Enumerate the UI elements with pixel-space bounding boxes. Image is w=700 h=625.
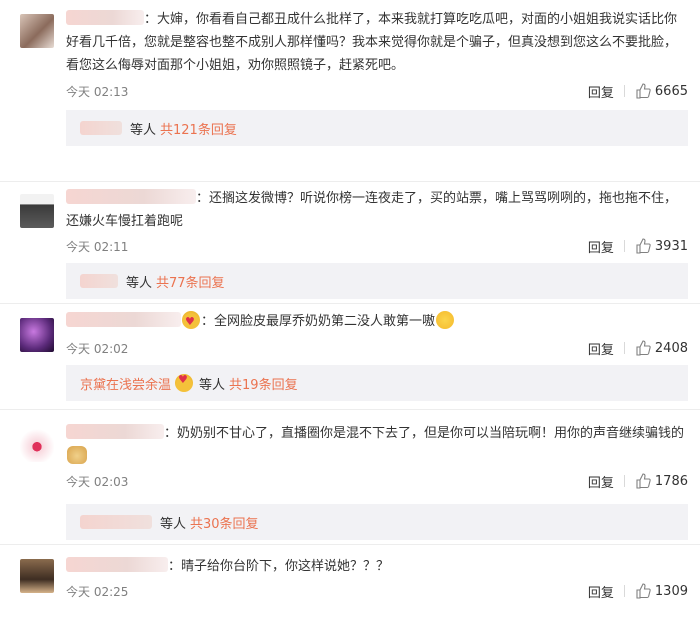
comment-meta: 今天 02:13 回复 6665 xyxy=(66,80,688,102)
heart-eyes-emoji-icon xyxy=(175,373,194,392)
comment-meta: 今天 02:11 回复 3931 xyxy=(66,235,688,257)
avatar[interactable] xyxy=(20,428,54,462)
thumbs-up-icon xyxy=(636,340,651,356)
sub-reply-link[interactable]: 共19条回复 xyxy=(229,374,298,393)
comment-item: ：晴子给你台阶下，你这样说她？？？ 今天 02:25 回复 1309 xyxy=(0,545,700,625)
sub-reply-link[interactable]: 共30条回复 xyxy=(190,513,259,532)
sub-reply-link[interactable]: 共77条回复 xyxy=(156,272,225,291)
avatar[interactable] xyxy=(20,559,54,593)
avatar[interactable] xyxy=(20,14,54,48)
username[interactable] xyxy=(66,10,144,25)
comment-item: ：全网脸皮最厚乔奶奶第二没人敢第一嗷 今天 02:02 回复 2408 京黛在浅… xyxy=(0,304,700,410)
sub-reply-suffix: 等人 xyxy=(160,516,187,532)
sub-reply-suffix: 等人 xyxy=(130,122,157,138)
comment-meta: 今天 02:25 回复 1309 xyxy=(66,580,688,602)
comment-text: ：大婶，你看看自己都丑成什么批样了，本来我就打算吃吃瓜吧，对面的小姐姐我说实话比… xyxy=(66,10,678,73)
sub-reply-summary[interactable]: 京黛在浅尝余温 等人 共19条回复 xyxy=(66,365,688,401)
username[interactable] xyxy=(66,312,181,327)
divider xyxy=(623,585,625,597)
sub-reply-suffix: 等人 xyxy=(199,377,226,393)
username[interactable] xyxy=(66,189,196,204)
reply-button[interactable]: 回复 xyxy=(588,472,614,491)
sub-reply-suffix: 等人 xyxy=(126,275,153,291)
thumbs-up-icon xyxy=(636,473,651,489)
like-button[interactable]: 3931 xyxy=(635,238,688,254)
avatar[interactable] xyxy=(20,318,54,352)
sub-reply-summary[interactable]: 等人 共30条回复 xyxy=(66,504,688,540)
sub-reply-username[interactable]: 京黛在浅尝余温 xyxy=(80,374,171,393)
thumbs-up-icon xyxy=(636,83,651,99)
like-button[interactable]: 6665 xyxy=(635,83,688,99)
divider xyxy=(623,475,625,487)
comment-item: ：大婶，你看看自己都丑成什么批样了，本来我就打算吃吃瓜吧，对面的小姐姐我说实话比… xyxy=(0,0,700,182)
comment-text: ：奶奶别不甘心了，直播圈你是混不下去了，但是你可以当陪玩啊！用你的声音继续骗钱的 xyxy=(66,422,688,468)
sub-reply-username[interactable] xyxy=(80,121,122,135)
thumbs-up-icon xyxy=(636,238,651,254)
like-button[interactable]: 1309 xyxy=(635,583,688,599)
comment-text: ：还搁这发微博？听说你榜一连夜走了，买的站票，嘴上骂骂咧咧的，拖也拖不住，还嫌火… xyxy=(66,189,678,229)
like-count: 3931 xyxy=(654,238,688,254)
doge-emoji-icon xyxy=(67,446,87,464)
like-button[interactable]: 2408 xyxy=(635,340,688,356)
divider xyxy=(623,240,625,252)
timestamp: 今天 02:03 xyxy=(66,474,129,489)
comment-text: ：晴子给你台阶下，你这样说她？？？ xyxy=(66,555,688,578)
sub-reply-summary[interactable]: 等人 共77条回复 xyxy=(66,263,688,299)
comment-item: ：还搁这发微博？听说你榜一连夜走了，买的站票，嘴上骂骂咧咧的，拖也拖不住，还嫌火… xyxy=(0,182,700,304)
sweat-smile-emoji-icon xyxy=(436,311,455,329)
username[interactable] xyxy=(66,557,168,572)
like-count: 1309 xyxy=(654,583,688,599)
sub-reply-summary[interactable]: 等人 共121条回复 xyxy=(66,110,688,146)
timestamp: 今天 02:11 xyxy=(66,239,129,254)
sub-reply-link[interactable]: 共121条回复 xyxy=(160,119,237,138)
timestamp: 今天 02:02 xyxy=(66,341,129,356)
comment-meta: 今天 02:03 回复 1786 xyxy=(66,470,688,492)
reply-button[interactable]: 回复 xyxy=(588,582,614,601)
comment-text: ：全网脸皮最厚乔奶奶第二没人敢第一嗷 xyxy=(66,310,688,333)
timestamp: 今天 02:13 xyxy=(66,84,129,99)
divider xyxy=(623,342,625,354)
like-button[interactable]: 1786 xyxy=(635,473,688,489)
like-count: 1786 xyxy=(654,473,688,489)
comment-item: ：奶奶别不甘心了，直播圈你是混不下去了，但是你可以当陪玩啊！用你的声音继续骗钱的… xyxy=(0,410,700,545)
sub-reply-username[interactable] xyxy=(80,274,118,288)
reply-button[interactable]: 回复 xyxy=(588,237,614,256)
sub-reply-username[interactable] xyxy=(80,515,152,529)
reply-button[interactable]: 回复 xyxy=(588,82,614,101)
divider xyxy=(623,85,625,97)
username[interactable] xyxy=(66,424,164,439)
reply-button[interactable]: 回复 xyxy=(588,339,614,358)
like-count: 2408 xyxy=(654,340,688,356)
comment-meta: 今天 02:02 回复 2408 xyxy=(66,337,688,359)
like-count: 6665 xyxy=(654,83,688,99)
timestamp: 今天 02:25 xyxy=(66,584,129,599)
avatar[interactable] xyxy=(20,194,54,228)
heart-eyes-emoji-icon xyxy=(182,310,200,333)
thumbs-up-icon xyxy=(636,583,651,599)
